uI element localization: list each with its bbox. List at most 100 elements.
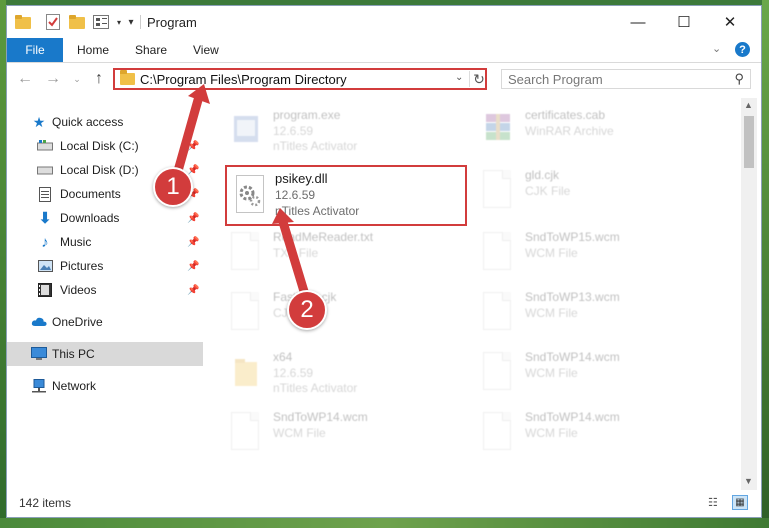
list-item[interactable]: SndToWP13.wcm WCM File [459, 284, 699, 344]
close-button[interactable]: ✕ [707, 6, 753, 38]
list-item[interactable]: SndToWP14.wcm WCM File [459, 404, 699, 464]
list-item[interactable]: certificates.cab WinRAR Archive [459, 102, 699, 162]
sidebar-item-music[interactable]: ♪ Music 📌 [7, 230, 203, 254]
pin-icon[interactable]: 📌 [187, 237, 199, 248]
navigation-bar: ← → ⌄ ↑ C:\Program Files\Program Directo… [7, 63, 761, 96]
file-icon [231, 232, 261, 272]
pictures-icon [37, 258, 53, 274]
sidebar-item-videos[interactable]: Videos 📌 [7, 278, 203, 302]
computer-icon [31, 346, 47, 362]
file-name: program.exe [273, 108, 341, 122]
maximize-button[interactable]: ☐ [661, 6, 707, 38]
list-item[interactable]: SndToWP15.wcm WCM File [459, 224, 699, 284]
downloads-icon: ⬇ [38, 210, 52, 227]
folder-icon[interactable] [15, 14, 31, 30]
file-name: SndToWP15.wcm [525, 230, 620, 244]
address-dropdown-icon[interactable]: ⌄ [455, 72, 463, 83]
file-version: 12.6.59 [273, 366, 314, 380]
help-icon[interactable]: ? [735, 42, 750, 57]
file-type: WCM File [525, 306, 578, 320]
sidebar-item-quick-access[interactable]: ★ Quick access [7, 110, 203, 134]
list-item[interactable]: psikey.dll 12.6.59 nTitles Activator [227, 167, 465, 224]
drive-icon [37, 138, 53, 154]
drive-icon [37, 162, 53, 178]
details-view-icon[interactable]: ☷ [708, 496, 724, 510]
pin-icon[interactable]: 📌 [187, 141, 199, 152]
file-description: nTitles Activator [275, 204, 360, 218]
properties-checkmark-icon[interactable] [45, 14, 61, 30]
sidebar-item-label: Music [60, 235, 92, 249]
customize-toolbar-icon[interactable]: ▾ [123, 14, 139, 30]
list-item[interactable]: SndToWP14.wcm WCM File [459, 344, 699, 404]
minimize-button[interactable]: — [615, 6, 661, 38]
dll-gear-icon [235, 175, 265, 215]
tab-file[interactable]: File [7, 38, 63, 62]
pin-icon[interactable]: 📌 [187, 261, 199, 272]
new-folder-icon[interactable] [69, 14, 85, 30]
highlighted-file-psikey-dll[interactable]: psikey.dll 12.6.59 nTitles Activator [225, 165, 467, 226]
sidebar-item-label: Pictures [60, 259, 104, 273]
list-item[interactable]: program.exe 12.6.59 nTitles Activator [207, 102, 447, 162]
list-item[interactable]: SndToWP14.wcm WCM File [207, 404, 447, 464]
pin-icon[interactable]: 📌 [187, 213, 199, 224]
tiles-view-icon[interactable]: ▦ [732, 495, 748, 510]
up-arrow-icon[interactable]: ↑ [89, 69, 109, 89]
view-options-icon[interactable] [93, 14, 109, 30]
sidebar-item-this-pc[interactable]: This PC [7, 342, 203, 366]
vertical-scrollbar[interactable]: ▲ ▼ [741, 98, 757, 490]
file-icon [483, 170, 513, 210]
expand-ribbon-icon[interactable]: ⌄ [712, 42, 721, 55]
back-arrow-icon[interactable]: ← [15, 69, 35, 89]
search-input[interactable]: Search Program ⚲ [501, 69, 751, 89]
scroll-up-icon[interactable]: ▲ [744, 100, 753, 110]
exe-icon [231, 110, 261, 150]
tab-share[interactable]: Share [135, 38, 167, 62]
file-explorer-window: ▾ ▾ Program — ☐ ✕ File Home Share View ⌄… [6, 5, 762, 518]
step-1-badge: 1 [153, 167, 193, 207]
archive-icon [483, 110, 513, 150]
search-icon[interactable]: ⚲ [734, 71, 744, 87]
file-icon [231, 412, 261, 452]
file-icon [231, 292, 261, 332]
star-icon: ★ [32, 113, 46, 130]
file-type: WCM File [273, 426, 326, 440]
scrollbar-thumb[interactable] [744, 116, 754, 168]
sidebar-item-pictures[interactable]: Pictures 📌 [7, 254, 203, 278]
desktop-background: ▾ ▾ Program — ☐ ✕ File Home Share View ⌄… [0, 0, 769, 528]
sidebar-item-local-disk-c[interactable]: Local Disk (C:) 📌 [7, 134, 203, 158]
file-type: WinRAR Archive [525, 124, 614, 138]
sidebar-item-onedrive[interactable]: OneDrive [7, 310, 203, 334]
address-bar[interactable]: C:\Program Files\Program Directory ⌄ [113, 68, 487, 90]
recent-locations-chevron-icon[interactable]: ⌄ [67, 69, 87, 89]
folder-icon [231, 352, 261, 392]
pin-icon[interactable]: 📌 [187, 285, 199, 296]
scroll-down-icon[interactable]: ▼ [744, 476, 753, 486]
tab-view[interactable]: View [193, 38, 219, 62]
file-version: 12.6.59 [273, 124, 314, 138]
ribbon-tabs: File Home Share View ⌄ ? [7, 38, 761, 63]
sidebar-item-label: Local Disk (C:) [60, 139, 139, 153]
music-icon: ♪ [41, 233, 49, 251]
forward-arrow-icon[interactable]: → [43, 69, 63, 89]
list-item[interactable]: FastText.cjk CJK File [207, 284, 447, 344]
sidebar-item-label: Network [52, 379, 97, 393]
sidebar-item-network[interactable]: Network [7, 374, 203, 398]
wallpaper-bottom-edge [0, 518, 769, 528]
refresh-icon[interactable]: ↻ [469, 71, 488, 87]
file-name: ReadMeReader.txt [273, 230, 374, 244]
file-type: WCM File [525, 366, 578, 380]
file-name: certificates.cab [525, 108, 606, 122]
address-path[interactable]: C:\Program Files\Program Directory [140, 72, 347, 87]
sidebar-item-downloads[interactable]: ⬇ Downloads 📌 [7, 206, 203, 230]
file-description: nTitles Activator [273, 139, 358, 153]
tab-home[interactable]: Home [77, 38, 109, 62]
list-item[interactable]: ReadMeReader.txt TXT File [207, 224, 447, 284]
file-name: gld.cjk [525, 168, 560, 182]
step-2-badge: 2 [287, 290, 327, 330]
navigation-pane: ★ Quick access Local Disk (C:) 📌 Local D… [7, 98, 203, 490]
file-type: TXT File [273, 246, 319, 260]
list-item[interactable]: gld.cjk CJK File [459, 162, 699, 222]
list-item[interactable]: x64 12.6.59 nTitles Activator [207, 344, 447, 404]
file-type: WCM File [525, 426, 578, 440]
sidebar-item-label: Documents [60, 187, 121, 201]
